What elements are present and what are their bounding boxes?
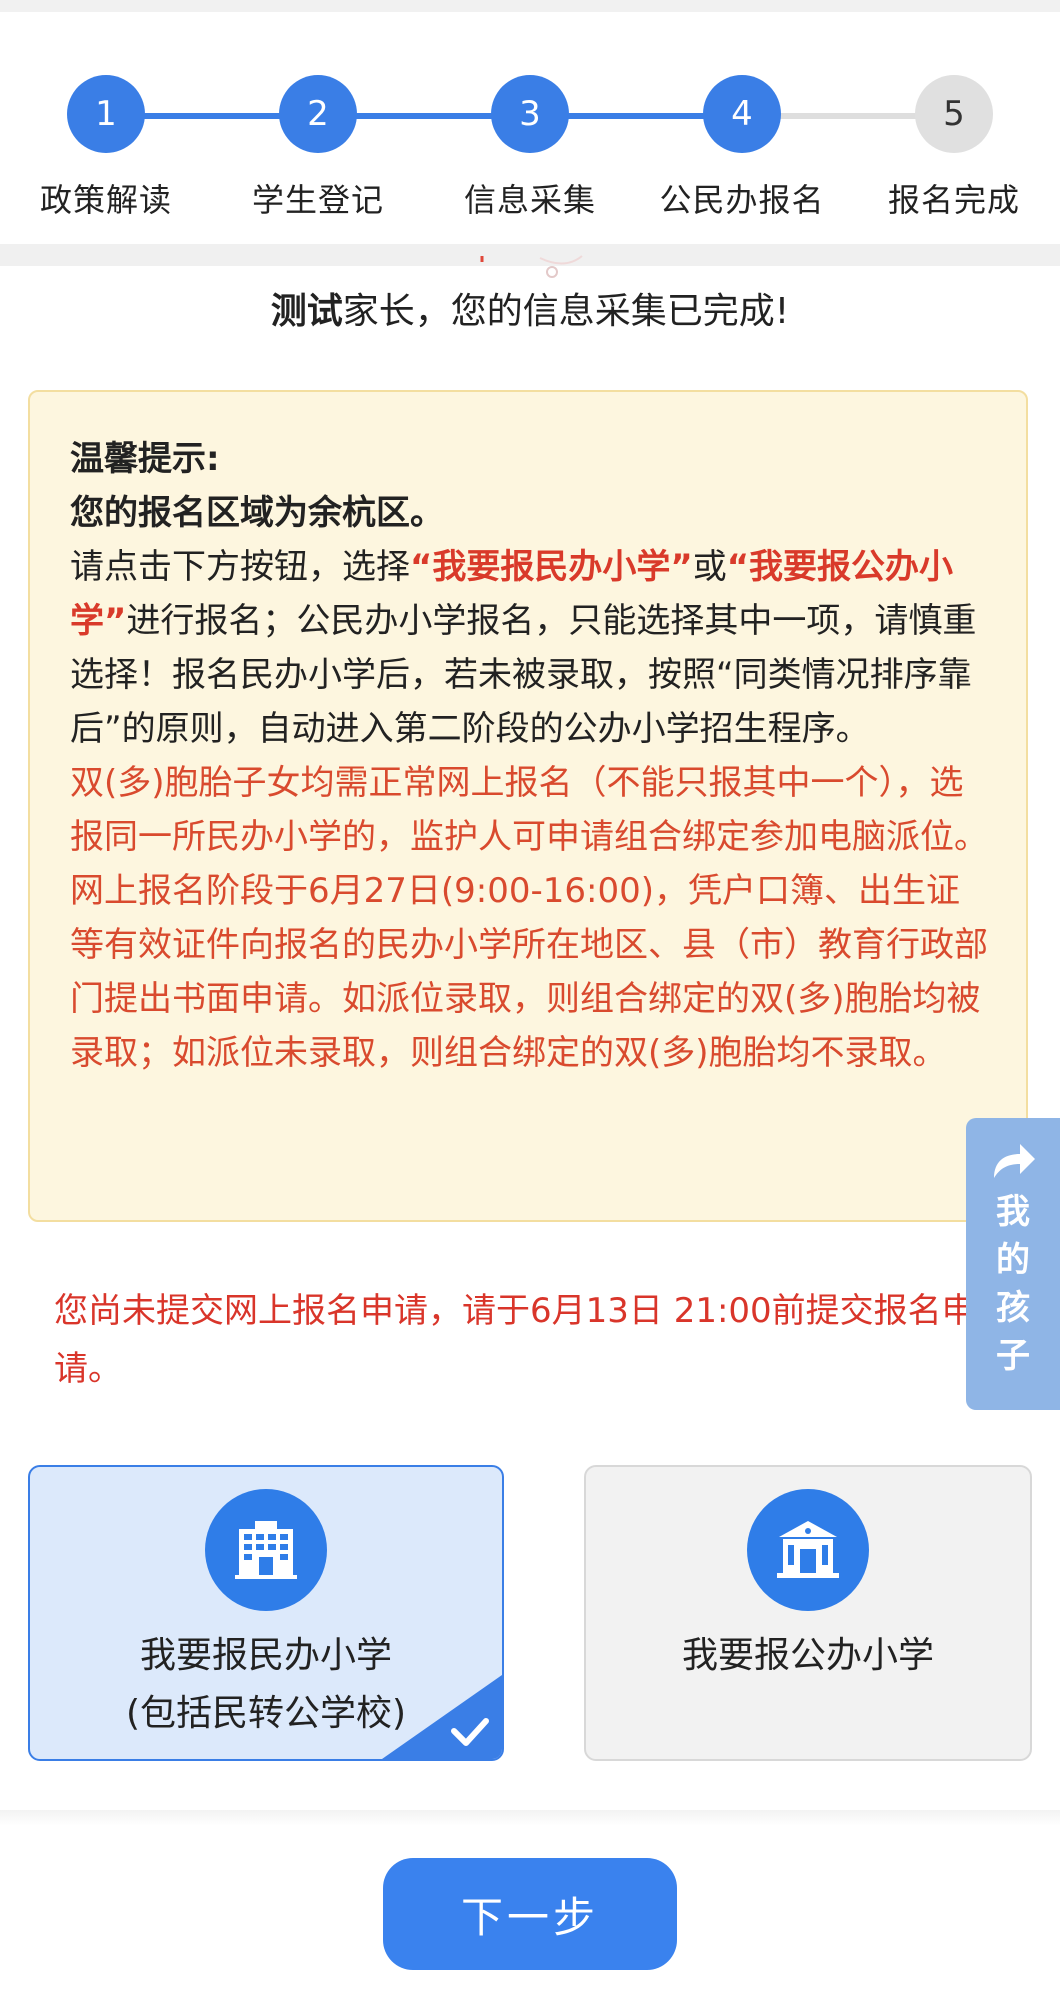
step-3-label: 信息采集 [463, 181, 596, 219]
step-2-label: 学生登记 [251, 181, 384, 219]
public-school-option[interactable]: 我要报公办小学 [584, 1465, 1032, 1761]
completion-text: 家长，您的信息采集已完成! [342, 291, 790, 332]
notice-region: 您的报名区域为余杭区。 [70, 493, 444, 533]
deadline-reminder: 您尚未提交网上报名申请，请于6月13日 21:00前提交报名申请。 [54, 1291, 976, 1389]
notice-option-private: “我要报民办小学” [410, 547, 693, 587]
tips-notice-box: 温馨提示: 您的报名区域为余杭区。 请点击下方按钮，选择“我要报民办小学”或“我… [28, 390, 1028, 1222]
notice-or: 或 [692, 547, 727, 587]
my-children-label: 我的孩子 [996, 1192, 1030, 1376]
notice-instructions-b: 进行报名；公民办小学报名，只能选择其中一项，请慎重选择！报名民办小学后，若未被录… [70, 601, 977, 749]
step-4-circle: 4 [703, 75, 781, 153]
progress-stepper: 1 2 3 4 5 政策解读 学生登记 信息采集 公民办报名 报名完成 [0, 12, 1060, 244]
my-children-float-button[interactable]: 我的孩子 [966, 1118, 1060, 1410]
selected-check-icon [382, 1675, 502, 1759]
footer-divider [0, 1810, 1060, 1826]
private-school-icon-circle [205, 1489, 327, 1611]
step-1-circle: 1 [67, 75, 145, 153]
decoration-icon [480, 255, 583, 278]
notice-instructions-a: 请点击下方按钮，选择 [70, 547, 410, 587]
public-school-label: 我要报公办小学 [681, 1635, 934, 1676]
step-2-circle: 2 [279, 75, 357, 153]
school-building-icon [777, 1521, 839, 1578]
notice-twins-policy: 双(多)胞胎子女均需正常网上报名（不能只报其中一个），选报同一所民办小学的，监护… [70, 763, 988, 1073]
public-school-icon-circle [747, 1489, 869, 1611]
parent-name: 测试 [270, 291, 343, 332]
private-school-option[interactable]: 我要报民办小学 (包括民转公学校) [28, 1465, 504, 1761]
step-1-label: 政策解读 [39, 181, 172, 219]
completion-message: 测试家长，您的信息采集已完成! [0, 282, 1060, 334]
notice-instructions: 请点击下方按钮，选择“我要报民办小学”或“我要报公办小学”进行报名；公民办小学报… [70, 540, 990, 756]
next-step-button[interactable]: 下一步 [383, 1858, 677, 1970]
office-building-icon [235, 1521, 297, 1579]
step-3-circle: 3 [491, 75, 569, 153]
notice-title: 温馨提示: [70, 439, 220, 479]
step-4-label: 公民办报名 [659, 181, 825, 219]
step-5-label: 报名完成 [887, 181, 1020, 219]
share-arrow-icon [994, 1144, 1035, 1178]
step-5-circle: 5 [915, 75, 993, 153]
